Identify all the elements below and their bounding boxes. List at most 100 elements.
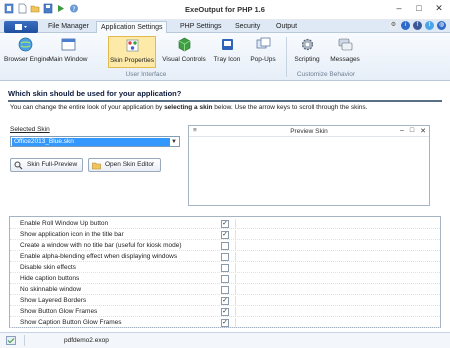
option-label: Show Layered Borders — [20, 297, 87, 304]
preview-title-bar: ≡ Preview Skin – □ ✕ — [189, 126, 429, 137]
status-bar: pdfdemo2.exop — [0, 332, 450, 348]
title-bar: ? ExeOutput for PHP 1.6 – □ ✕ — [0, 0, 450, 20]
messages-button[interactable]: Messages — [328, 36, 362, 68]
twitter-icon[interactable]: t — [425, 21, 434, 30]
option-label: Enable Roll Window Up button — [20, 220, 109, 227]
globe-icon[interactable]: ◍ — [437, 21, 446, 30]
messages-icon — [338, 38, 352, 51]
option-checkbox[interactable] — [221, 286, 229, 294]
scripting-button[interactable]: Scripting — [290, 36, 324, 68]
page-description: You can change the entire look of your a… — [10, 104, 368, 111]
tab-php-settings[interactable]: PHP Settings — [176, 21, 226, 33]
status-separator — [24, 335, 25, 346]
option-label: Show Caption Button Glow Frames — [20, 319, 122, 326]
chevron-down-icon[interactable]: ▼ — [170, 138, 178, 146]
maximize-button[interactable]: □ — [412, 3, 426, 13]
window-controls: – □ ✕ — [392, 3, 446, 13]
page-heading: Which skin should be used for your appli… — [8, 89, 442, 102]
option-checkbox[interactable]: ✓ — [221, 220, 229, 228]
folder-icon — [92, 162, 101, 170]
file-menu-button[interactable] — [4, 21, 38, 33]
selected-skin-label: Selected Skin — [10, 126, 50, 133]
option-column-divider — [235, 263, 236, 273]
status-filename: pdfdemo2.exop — [64, 337, 109, 344]
option-column-divider — [235, 307, 236, 317]
option-column-divider — [235, 296, 236, 306]
facebook-icon[interactable]: f — [413, 21, 422, 30]
tab-file-manager[interactable]: File Manager — [44, 21, 93, 33]
option-column-divider — [235, 241, 236, 251]
visual-controls-button[interactable]: Visual Controls — [160, 36, 208, 68]
skin-select[interactable]: Office2013_Blue.skn ▼ — [10, 136, 180, 147]
option-column-divider — [235, 285, 236, 295]
skin-select-value: Office2013_Blue.skn — [12, 138, 170, 146]
tab-output[interactable]: Output — [272, 21, 301, 33]
palette-icon — [126, 39, 138, 52]
option-label: Create a window with no title bar (usefu… — [20, 242, 182, 249]
option-checkbox[interactable] — [221, 242, 229, 250]
option-column-divider — [235, 252, 236, 262]
option-label: Enable alpha-blending effect when displa… — [20, 253, 178, 260]
preview-minimize-icon: – — [399, 127, 404, 134]
tab-security[interactable]: Security — [231, 21, 264, 33]
option-checkbox[interactable] — [221, 264, 229, 272]
option-column-divider — [235, 230, 236, 240]
option-row: Show Button Glow Frames ✓ — [10, 307, 440, 317]
option-row: Enable Roll Window Up button ✓ — [10, 219, 440, 229]
option-checkbox[interactable]: ✓ — [221, 308, 229, 316]
ribbon-tab-bar: File Manager Application Settings PHP Se… — [0, 20, 450, 33]
option-checkbox[interactable]: ✓ — [221, 297, 229, 305]
gear-icon — [301, 38, 313, 51]
option-row: Hide caption buttons — [10, 274, 440, 284]
project-icon — [6, 336, 16, 345]
option-column-divider — [235, 274, 236, 284]
ribbon: Browser Engine Main Window Skin Properti… — [0, 33, 450, 81]
open-skin-editor-button[interactable]: Open Skin Editor — [88, 158, 161, 172]
tray-icon — [221, 39, 233, 50]
options-grid: Enable Roll Window Up button ✓ Show applic… — [9, 216, 441, 328]
skin-preview-panel: ≡ Preview Skin – □ ✕ — [188, 125, 430, 206]
main-window-button[interactable]: Main Window — [48, 36, 88, 68]
window-icon — [61, 38, 75, 51]
option-row: No skinnable window — [10, 285, 440, 295]
group-label-user-interface: User Interface — [125, 71, 167, 78]
preview-window-controls: – □ ✕ — [400, 127, 426, 135]
ribbon-group-separator — [286, 37, 287, 77]
cube-icon — [178, 37, 190, 52]
pop-ups-button[interactable]: Pop-Ups — [246, 36, 280, 68]
tab-application-settings[interactable]: Application Settings — [96, 21, 168, 33]
window-title: ExeOutput for PHP 1.6 — [185, 5, 265, 14]
option-checkbox[interactable]: ✓ — [221, 231, 229, 239]
option-checkbox[interactable] — [221, 275, 229, 283]
option-column-divider — [235, 219, 236, 229]
option-label: Hide caption buttons — [20, 275, 80, 282]
option-row: Enable alpha-blending effect when displa… — [10, 252, 440, 262]
skin-properties-button[interactable]: Skin Properties — [108, 36, 156, 68]
option-row: Show Layered Borders ✓ — [10, 296, 440, 306]
settings-icon[interactable]: ⚙ — [389, 21, 398, 30]
tray-icon-button[interactable]: Tray Icon — [210, 36, 244, 68]
popups-icon — [256, 37, 270, 49]
social-links: ⚙ i f t ◍ — [389, 21, 446, 30]
option-row: Show Caption Button Glow Frames ✓ — [10, 318, 440, 328]
close-button[interactable]: ✕ — [432, 3, 446, 13]
file-menu-icon — [15, 24, 27, 30]
globe-icon — [18, 37, 32, 52]
group-label-customize-behavior: Customize Behavior — [296, 71, 356, 78]
option-column-divider — [235, 318, 236, 328]
option-label: Show application icon in the title bar — [20, 231, 124, 238]
info-icon[interactable]: i — [401, 21, 410, 30]
option-label: Disable skin effects — [20, 264, 76, 271]
skin-full-preview-button[interactable]: Skin Full-Preview — [10, 158, 83, 172]
option-label: No skinnable window — [20, 286, 82, 293]
option-row: Disable skin effects — [10, 263, 440, 273]
minimize-button[interactable]: – — [392, 3, 406, 13]
preview-close-icon: ✕ — [420, 128, 426, 135]
option-checkbox[interactable] — [221, 253, 229, 261]
magnifier-icon — [14, 161, 23, 170]
option-label: Show Button Glow Frames — [20, 308, 98, 315]
browser-engine-button[interactable]: Browser Engine — [4, 36, 50, 68]
option-row: Create a window with no title bar (usefu… — [10, 241, 440, 251]
preview-maximize-icon: □ — [409, 127, 415, 134]
option-checkbox[interactable]: ✓ — [221, 319, 229, 327]
